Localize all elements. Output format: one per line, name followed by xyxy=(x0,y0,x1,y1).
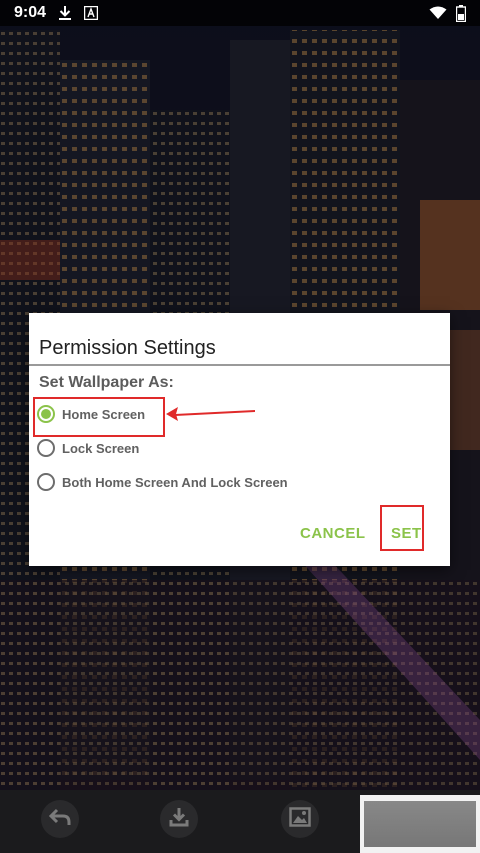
battery-icon xyxy=(456,4,466,22)
option-label: Lock Screen xyxy=(62,440,140,456)
dialog-subtitle: Set Wallpaper As: xyxy=(39,374,174,391)
annotation-box-set xyxy=(380,505,424,551)
undo-button[interactable] xyxy=(41,800,79,838)
status-bar: 9:04 xyxy=(0,0,480,26)
radio-both-screens[interactable] xyxy=(37,473,55,491)
download-icon xyxy=(58,5,72,21)
set-image-button[interactable] xyxy=(281,800,319,838)
wifi-icon xyxy=(429,6,447,20)
permission-dialog: Permission Settings Set Wallpaper As: Ho… xyxy=(29,313,450,566)
font-a-icon xyxy=(84,6,99,20)
dialog-divider xyxy=(29,364,450,366)
download-icon xyxy=(168,806,190,833)
image-icon xyxy=(289,806,311,832)
download-button[interactable] xyxy=(160,800,198,838)
dialog-title: Permission Settings xyxy=(39,337,216,359)
radio-lock-screen[interactable] xyxy=(37,439,55,457)
preview-thumbnail[interactable] xyxy=(360,795,480,853)
option-lock-screen[interactable]: Lock Screen xyxy=(37,439,139,457)
thumbnail-image xyxy=(364,801,476,847)
annotation-box-home xyxy=(33,397,165,437)
cancel-button[interactable]: CANCEL xyxy=(300,525,366,542)
status-time: 9:04 xyxy=(14,4,47,21)
annotation-arrow xyxy=(165,404,257,424)
undo-icon xyxy=(48,807,71,832)
option-label: Both Home Screen And Lock Screen xyxy=(62,474,288,490)
option-both-screens[interactable]: Both Home Screen And Lock Screen xyxy=(37,473,288,491)
